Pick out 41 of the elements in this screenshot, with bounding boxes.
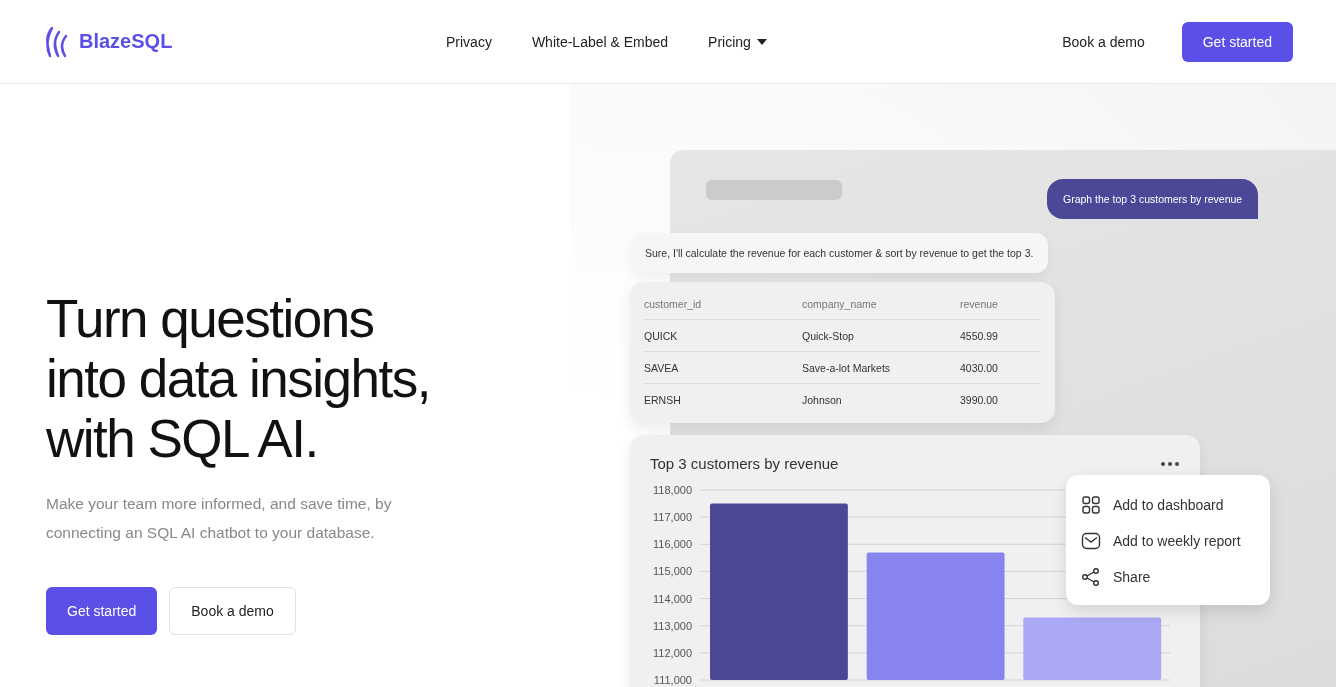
column-header: company_name	[802, 297, 878, 310]
table-cell-text: Quick-Stop	[802, 329, 855, 342]
nav-dropdown[interactable]: Pricing	[708, 33, 767, 50]
table-cell-text: 4550.99	[960, 329, 999, 342]
book-demo-link[interactable]: Book a demo	[1062, 33, 1145, 50]
nav-link[interactable]: White-Label & Embed	[531, 33, 669, 50]
axis-tick-label: 114,000	[653, 592, 692, 605]
hero-subtitle: Make your team more informed, and save time, by connecting an SQL AI chatbot to your database.	[46, 494, 393, 543]
caret-icon	[756, 38, 767, 45]
grid-icon	[1081, 495, 1101, 515]
column-header: customer_id	[644, 297, 703, 310]
get-started-button[interactable]: Get started	[46, 587, 158, 635]
table-cell-text: 3990.00	[960, 393, 999, 406]
book-demo-button[interactable]: Book a demo	[169, 587, 296, 635]
axis-tick-label: 117,000	[653, 511, 692, 524]
table-cell-text: 4030.00	[960, 361, 999, 374]
table-cell-text: ERNSH	[644, 393, 682, 406]
menu-item[interactable]: Add to dashboard	[1066, 487, 1270, 523]
axis-tick-label: 118,000	[653, 484, 692, 496]
axis-tick-label: 113,000	[653, 619, 692, 632]
menu-item[interactable]: Add to weekly report	[1066, 523, 1270, 559]
user-message: Graph the top 3 customers by revenue	[1047, 179, 1259, 219]
assistant-message: Sure, I'll calculate the revenue for each customer & sort by revenue to get the top 3.	[630, 233, 1049, 273]
hero-title: Turn questions into data insights, with SQL AI.	[46, 289, 431, 469]
column-header: revenue	[960, 297, 999, 310]
axis-tick-label: 111,000	[653, 674, 692, 686]
brand-name: BlazeSQL	[79, 30, 173, 53]
more-options-icon[interactable]	[1160, 460, 1180, 467]
table-cell-text: Johnson	[802, 393, 843, 406]
share-icon	[1081, 567, 1101, 587]
table-cell-text: SAVEA	[644, 361, 680, 374]
nav-link[interactable]: Privacy	[446, 33, 492, 50]
table-cell-text: Save-a-lot Markets	[802, 361, 892, 374]
chart-title: Top 3 customers by revenue	[650, 455, 839, 472]
axis-tick-label: 115,000	[653, 565, 692, 578]
menu-item[interactable]: Share	[1066, 559, 1270, 595]
axis-tick-label: 112,000	[653, 646, 692, 659]
table-cell-text: QUICK	[644, 329, 679, 342]
axis-tick-label: 116,000	[653, 538, 692, 551]
envelope-icon	[1081, 531, 1101, 551]
get-started-button[interactable]: Get started	[1181, 21, 1293, 62]
